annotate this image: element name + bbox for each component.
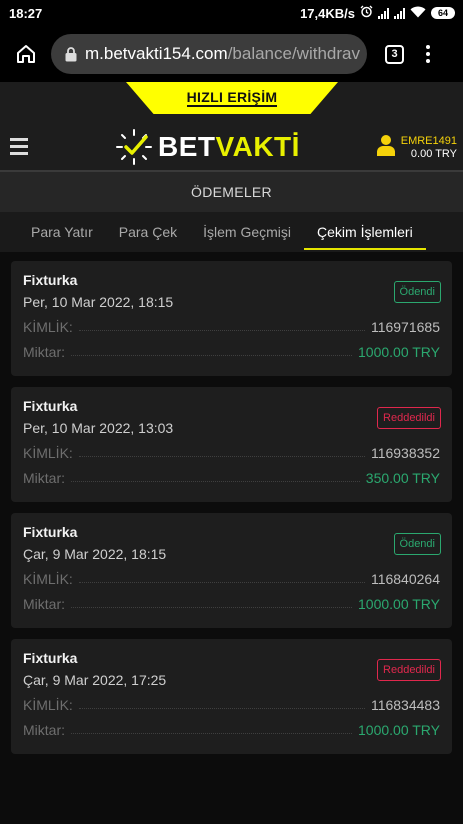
id-label: KİMLİK: [23, 571, 73, 587]
url-path: /balance/withdrav [227, 44, 360, 63]
amount-label: Miktar: [23, 470, 65, 486]
payment-method: Fixturka [23, 272, 78, 288]
id-row: KİMLİK: 116938352 [23, 445, 440, 461]
payment-tabs: Para Yatır Para Çek İşlem Geçmişi Çekim … [0, 212, 463, 252]
transaction-id: 116840264 [370, 571, 440, 587]
address-bar[interactable]: m.betvakti154.com/balance/withdrav [51, 34, 367, 74]
tabs-icon[interactable]: 3 [385, 44, 404, 64]
amount-row: Miktar: 1000.00 TRY [23, 344, 440, 360]
transaction-date: Per, 10 Mar 2022, 18:15 [23, 294, 174, 310]
transaction-card: Fixturka Çar, 9 Mar 2022, 18:15 Ödendi K… [11, 513, 452, 628]
hamburger-icon[interactable] [10, 138, 28, 155]
quick-access-button[interactable]: HIZLI ERİŞİM [126, 82, 338, 114]
transaction-amount: 1000.00 TRY [358, 722, 440, 738]
status-indicators: 17,4KB/s 64 [300, 5, 455, 21]
amount-label: Miktar: [23, 722, 65, 738]
status-badge: Reddedildi [377, 659, 441, 681]
user-account[interactable]: EMRE1491 0.00 TRY [376, 134, 457, 161]
id-row: KİMLİK: 116834483 [23, 697, 440, 713]
amount-row: Miktar: 1000.00 TRY [23, 722, 440, 738]
wifi-icon [410, 6, 426, 21]
tab-withdraw[interactable]: Para Çek [106, 212, 190, 252]
header-divider [0, 170, 463, 172]
quick-access-label: HIZLI ERİŞİM [186, 89, 278, 107]
transaction-id: 116938352 [370, 445, 440, 461]
site-header: HIZLI ERİŞİM BETVAKTİ EMRE1491 0.00 TRY [0, 82, 463, 172]
transaction-card: Fixturka Çar, 9 Mar 2022, 17:25 Reddedil… [11, 639, 452, 754]
lock-icon [65, 46, 77, 62]
amount-label: Miktar: [23, 344, 65, 360]
alarm-icon [360, 5, 373, 21]
payment-method: Fixturka [23, 524, 78, 540]
status-badge: Reddedildi [377, 407, 441, 429]
transaction-id: 116834483 [370, 697, 440, 713]
page-title: ÖDEMELER [0, 172, 463, 212]
transaction-id: 116971685 [370, 319, 440, 335]
id-label: KİMLİK: [23, 445, 73, 461]
id-label: KİMLİK: [23, 319, 73, 335]
signal-icon [394, 7, 405, 19]
home-icon[interactable] [13, 41, 39, 67]
browser-toolbar: m.betvakti154.com/balance/withdrav 3 [0, 26, 463, 82]
amount-label: Miktar: [23, 596, 65, 612]
amount-row: Miktar: 1000.00 TRY [23, 596, 440, 612]
user-balance: 0.00 TRY [410, 147, 457, 160]
user-icon [376, 134, 395, 161]
status-time: 18:27 [9, 5, 43, 21]
network-speed: 17,4KB/s [300, 5, 355, 21]
transaction-card: Fixturka Per, 10 Mar 2022, 18:15 Ödendi … [11, 261, 452, 376]
logo-text-bet: BET [158, 131, 216, 162]
transaction-card: Fixturka Per, 10 Mar 2022, 13:03 Reddedi… [11, 387, 452, 502]
url-host: m.betvakti154.com [85, 44, 228, 63]
signal-icon [378, 7, 389, 19]
id-row: KİMLİK: 116840264 [23, 571, 440, 587]
transaction-amount: 1000.00 TRY [358, 344, 440, 360]
more-vert-icon[interactable] [426, 45, 430, 63]
transaction-amount: 1000.00 TRY [358, 596, 440, 612]
withdrawal-list: Fixturka Per, 10 Mar 2022, 18:15 Ödendi … [0, 252, 463, 754]
site-logo[interactable]: BETVAKTİ [114, 127, 300, 167]
tab-deposit[interactable]: Para Yatır [18, 212, 106, 252]
amount-row: Miktar: 350.00 TRY [23, 470, 440, 486]
id-row: KİMLİK: 116971685 [23, 319, 440, 335]
tab-withdrawal-transactions[interactable]: Çekim İşlemleri [304, 212, 426, 252]
status-badge: Ödendi [393, 281, 441, 303]
tab-transaction-history[interactable]: İşlem Geçmişi [190, 212, 304, 252]
status-bar: 18:27 17,4KB/s 64 [0, 0, 463, 26]
status-badge: Ödendi [393, 533, 441, 555]
transaction-date: Çar, 9 Mar 2022, 18:15 [23, 546, 167, 562]
id-label: KİMLİK: [23, 697, 73, 713]
username: EMRE1491 [400, 134, 457, 147]
logo-text-vakti: VAKTİ [215, 131, 300, 162]
transaction-amount: 350.00 TRY [365, 470, 440, 486]
battery-icon: 64 [431, 7, 455, 19]
clock-check-icon [114, 127, 154, 167]
